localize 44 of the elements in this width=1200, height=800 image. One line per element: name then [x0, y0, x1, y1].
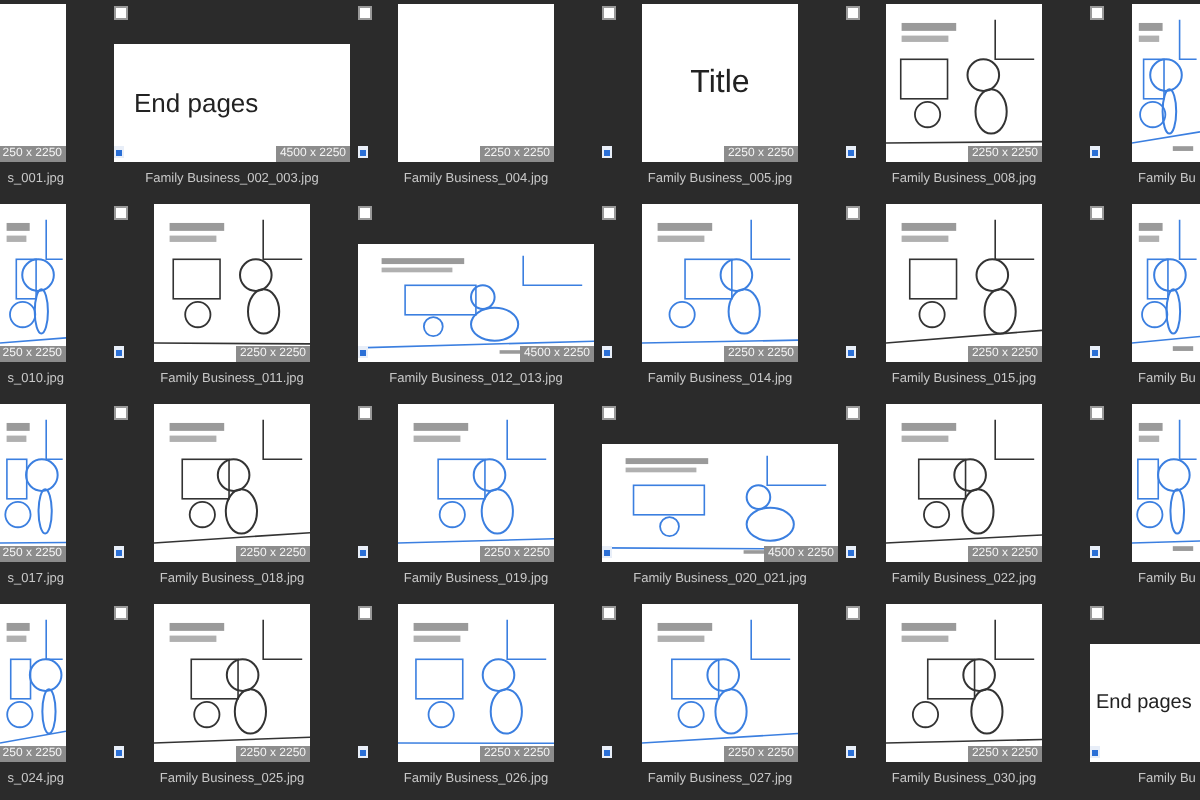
file-icon [114, 546, 124, 558]
file-icon [846, 546, 856, 558]
select-checkbox[interactable] [1090, 406, 1104, 420]
select-checkbox[interactable] [602, 6, 616, 20]
file-icon [846, 346, 856, 358]
file-icon [358, 146, 368, 158]
file-icon [1090, 146, 1100, 158]
file-icon [1090, 746, 1100, 758]
select-checkbox[interactable] [1090, 206, 1104, 220]
page-title: Title [690, 65, 750, 101]
page-text: End pages [132, 88, 259, 118]
file-icon [114, 146, 124, 158]
file-icon [602, 746, 612, 758]
select-checkbox[interactable] [114, 606, 128, 620]
select-checkbox[interactable] [846, 206, 860, 220]
file-icon [846, 146, 856, 158]
select-checkbox[interactable] [602, 206, 616, 220]
file-icon [1090, 346, 1100, 358]
file-icon [602, 346, 612, 358]
select-checkbox[interactable] [846, 406, 860, 420]
file-icon [358, 546, 368, 558]
select-checkbox[interactable] [114, 206, 128, 220]
file-icon [602, 146, 612, 158]
file-icon [358, 346, 368, 358]
file-icon [846, 746, 856, 758]
select-checkbox[interactable] [1090, 606, 1104, 620]
select-checkbox[interactable] [1090, 6, 1104, 20]
select-checkbox[interactable] [358, 406, 372, 420]
file-icon [114, 746, 124, 758]
page-text: End pages [1094, 692, 1192, 714]
select-checkbox[interactable] [846, 6, 860, 20]
file-icon [358, 746, 368, 758]
select-checkbox[interactable] [602, 406, 616, 420]
select-checkbox[interactable] [358, 6, 372, 20]
file-icon [1090, 546, 1100, 558]
select-checkbox[interactable] [602, 606, 616, 620]
select-checkbox[interactable] [358, 206, 372, 220]
select-checkbox[interactable] [114, 406, 128, 420]
file-icon [114, 346, 124, 358]
select-checkbox[interactable] [114, 6, 128, 20]
select-checkbox[interactable] [358, 606, 372, 620]
thumbnail[interactable]: End pages [1090, 644, 1200, 762]
select-checkbox[interactable] [846, 606, 860, 620]
file-icon [602, 546, 612, 558]
